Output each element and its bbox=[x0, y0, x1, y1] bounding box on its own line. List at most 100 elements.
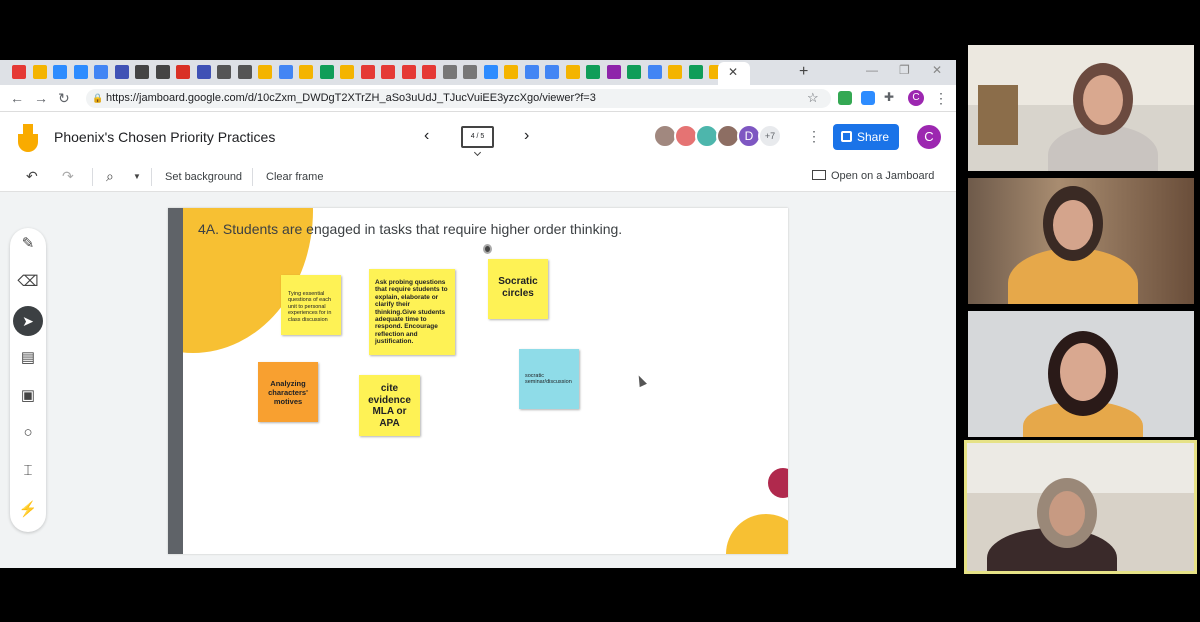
bookmark-star-icon[interactable]: ☆ bbox=[807, 90, 819, 106]
docs-icon[interactable] bbox=[94, 65, 108, 79]
account-avatar[interactable]: C bbox=[917, 125, 941, 149]
text-box-icon[interactable]: ⌶ bbox=[10, 462, 46, 479]
youtube-icon[interactable] bbox=[422, 65, 436, 79]
e-icon[interactable] bbox=[155, 65, 170, 79]
video-tile[interactable] bbox=[968, 311, 1194, 437]
select-icon[interactable]: ➤ bbox=[13, 306, 43, 336]
gmail-icon[interactable] bbox=[176, 65, 190, 79]
jam-toolbar: ↶ ↷ ⌕ ▼ Set background Clear frame Open … bbox=[0, 162, 956, 192]
slides-icon[interactable] bbox=[32, 65, 47, 79]
screen: ✕ + — ❐ ✕ ← → ↻ 🔒 https://jamboard.googl… bbox=[0, 0, 1200, 622]
decorative-circle bbox=[726, 514, 788, 554]
youtube-icon[interactable] bbox=[401, 65, 416, 79]
sticky-note[interactable]: Tying essential questions of each unit t… bbox=[281, 275, 341, 335]
restore-icon[interactable]: ❐ bbox=[899, 63, 910, 77]
share-button[interactable]: Share bbox=[833, 124, 899, 150]
active-speaker-video-tile[interactable] bbox=[964, 440, 1197, 574]
puzzle-icon[interactable]: ✚ bbox=[884, 90, 894, 104]
frame-chevron-icon bbox=[473, 148, 482, 157]
canvas-area: ✎ ⌫ ➤ ▤ ▣ ○ ⌶ ⚡ 4A. Students are engaged… bbox=[0, 192, 956, 568]
frame-heading[interactable]: 4A. Students are engaged in tasks that r… bbox=[198, 221, 622, 237]
divider bbox=[92, 168, 93, 186]
zoom-icon[interactable] bbox=[73, 65, 88, 79]
image-icon[interactable]: ▣ bbox=[10, 386, 46, 404]
youtube-icon[interactable] bbox=[381, 65, 395, 79]
sticky-note[interactable]: Analyzing characters' motives bbox=[258, 362, 318, 422]
zoom-icon[interactable] bbox=[483, 65, 498, 79]
open-on-jamboard-label: Open on a Jamboard bbox=[831, 170, 935, 182]
close-window-icon[interactable]: ✕ bbox=[932, 63, 942, 77]
next-frame-icon[interactable]: › bbox=[524, 127, 529, 145]
n-icon[interactable] bbox=[463, 65, 477, 79]
divider bbox=[252, 168, 253, 186]
zoom-icon[interactable]: ⌕ bbox=[106, 168, 114, 185]
open-on-jamboard-button[interactable]: Open on a Jamboard bbox=[812, 170, 934, 182]
frame-indicator[interactable]: 4 / 5 bbox=[461, 126, 494, 148]
n-icon[interactable] bbox=[442, 65, 457, 79]
set-background-button[interactable]: Set background bbox=[165, 171, 242, 183]
redo-icon[interactable]: ↷ bbox=[62, 168, 74, 185]
youtube-icon[interactable] bbox=[360, 65, 375, 79]
laser-icon[interactable]: ⚡ bbox=[10, 500, 46, 518]
share-label: Share bbox=[857, 130, 890, 144]
photo-icon[interactable] bbox=[606, 65, 621, 79]
more-options-icon[interactable]: ⋮ bbox=[807, 128, 821, 145]
slides-icon[interactable] bbox=[565, 65, 580, 79]
video-tile[interactable] bbox=[968, 178, 1194, 304]
side-tool-palette: ✎ ⌫ ➤ ▤ ▣ ○ ⌶ ⚡ bbox=[10, 228, 46, 532]
g-icon[interactable] bbox=[278, 65, 293, 79]
more-collaborators-badge[interactable]: +7 bbox=[758, 124, 782, 148]
slides-icon[interactable] bbox=[504, 65, 518, 79]
slides-icon[interactable] bbox=[258, 65, 272, 79]
browser-menu-icon[interactable]: ⋮ bbox=[934, 90, 948, 107]
c-icon[interactable] bbox=[114, 65, 129, 79]
slides-icon[interactable] bbox=[668, 65, 682, 79]
zoom-extension-icon[interactable] bbox=[861, 91, 875, 105]
video-tile[interactable] bbox=[968, 45, 1194, 171]
document-title[interactable]: Phoenix's Chosen Priority Practices bbox=[54, 129, 275, 145]
previous-frame-icon[interactable]: ‹ bbox=[424, 127, 429, 145]
youtube-icon[interactable] bbox=[12, 65, 26, 79]
sticky-note[interactable]: Socratic circles bbox=[488, 259, 548, 319]
e-icon[interactable] bbox=[135, 65, 149, 79]
jam-frame[interactable]: 4A. Students are engaged in tasks that r… bbox=[168, 208, 788, 554]
sticky-note[interactable]: Ask probing questions that require stude… bbox=[369, 269, 455, 355]
slides-icon[interactable] bbox=[340, 65, 354, 79]
docs-icon[interactable] bbox=[545, 65, 559, 79]
browser-profile-avatar[interactable]: C bbox=[908, 90, 924, 106]
circle-shape-icon[interactable]: ○ bbox=[10, 424, 46, 441]
drive-icon[interactable] bbox=[688, 65, 703, 79]
clear-frame-button[interactable]: Clear frame bbox=[266, 171, 323, 183]
zoom-dropdown-icon[interactable]: ▼ bbox=[133, 172, 141, 181]
jamboard-header: Phoenix's Chosen Priority Practices ‹ 4 … bbox=[0, 112, 956, 162]
eraser-icon[interactable]: ⌫ bbox=[10, 272, 46, 290]
close-tab-icon[interactable]: ✕ bbox=[728, 65, 738, 79]
new-tab-icon[interactable]: + bbox=[799, 63, 808, 81]
sticky-note-icon[interactable]: ▤ bbox=[10, 348, 46, 366]
drive-icon[interactable] bbox=[627, 65, 641, 79]
forward-icon[interactable]: → bbox=[34, 90, 48, 106]
slides-icon[interactable] bbox=[299, 65, 313, 79]
back-icon[interactable]: ← bbox=[10, 90, 24, 106]
divider bbox=[151, 168, 152, 186]
jamboard-logo-icon[interactable] bbox=[18, 124, 38, 152]
link-icon[interactable] bbox=[237, 65, 252, 79]
frame-side-bar bbox=[168, 208, 183, 554]
extension-icon[interactable] bbox=[838, 91, 852, 105]
url-field[interactable]: 🔒 https://jamboard.google.com/d/10cZxm_D… bbox=[86, 89, 831, 108]
sticky-note[interactable]: socratic seminar/discussion bbox=[519, 349, 579, 409]
drive-icon[interactable] bbox=[319, 65, 334, 79]
decorative-circle bbox=[768, 468, 788, 498]
sticky-note[interactable]: cite evidence MLA or APA bbox=[359, 375, 420, 436]
drive-icon[interactable] bbox=[586, 65, 600, 79]
minimize-icon[interactable]: — bbox=[866, 63, 878, 77]
undo-icon[interactable]: ↶ bbox=[26, 168, 38, 185]
pen-icon[interactable]: ✎ bbox=[10, 234, 46, 252]
c-icon[interactable] bbox=[196, 65, 211, 79]
reload-icon[interactable]: ↻ bbox=[58, 90, 70, 107]
zoom-icon[interactable] bbox=[53, 65, 67, 79]
docs-icon[interactable] bbox=[524, 65, 539, 79]
monitor-icon bbox=[812, 170, 826, 180]
docs-icon[interactable] bbox=[647, 65, 662, 79]
link-icon[interactable] bbox=[217, 65, 231, 79]
